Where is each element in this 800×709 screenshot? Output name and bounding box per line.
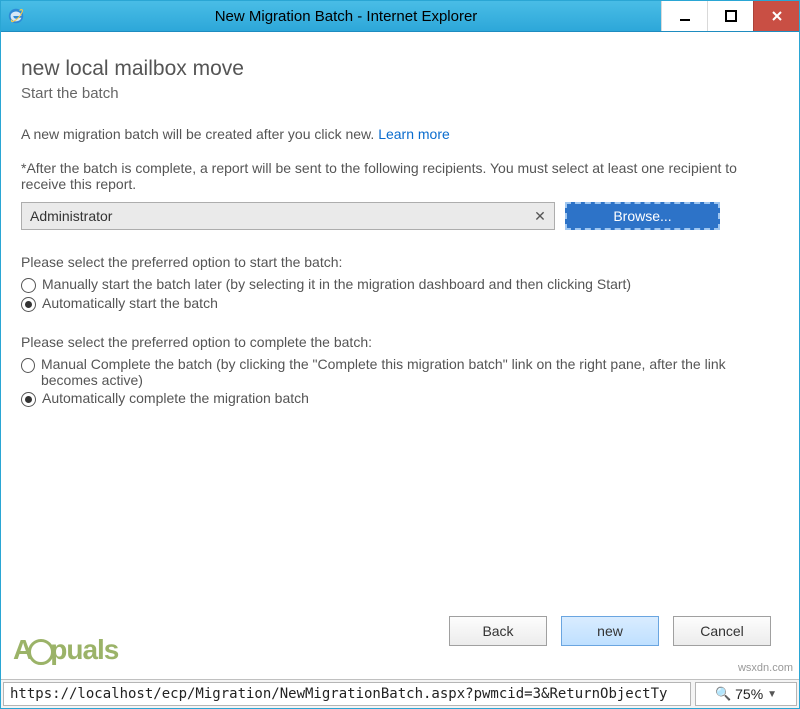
info-text: A new migration batch will be created af… bbox=[21, 126, 378, 142]
start-option-manual[interactable]: Manually start the batch later (by selec… bbox=[21, 276, 769, 293]
watermark-site: wsxdn.com bbox=[738, 662, 793, 674]
complete-option-auto[interactable]: Automatically complete the migration bat… bbox=[21, 390, 769, 407]
recipient-row: Administrator ✕ Browse... bbox=[21, 202, 769, 230]
radio-label: Automatically start the batch bbox=[42, 295, 218, 311]
statusbar: https://localhost/ecp/Migration/NewMigra… bbox=[1, 679, 799, 708]
ie-icon bbox=[7, 7, 25, 25]
footer-buttons: Back new Cancel bbox=[449, 616, 771, 646]
zoom-control[interactable]: 🔍 75% ▼ bbox=[695, 682, 797, 706]
recipient-value: Administrator bbox=[30, 208, 530, 224]
window-title: New Migration Batch - Internet Explorer bbox=[31, 8, 661, 25]
start-option-auto[interactable]: Automatically start the batch bbox=[21, 295, 769, 312]
content-pane: new local mailbox move Start the batch A… bbox=[1, 32, 799, 679]
zoom-value: 75% bbox=[735, 686, 763, 702]
window-buttons bbox=[661, 1, 799, 31]
radio-icon bbox=[21, 278, 36, 293]
complete-group-title: Please select the preferred option to co… bbox=[21, 334, 769, 350]
cancel-button[interactable]: Cancel bbox=[673, 616, 771, 646]
radio-icon bbox=[21, 358, 35, 373]
titlebar: New Migration Batch - Internet Explorer bbox=[1, 1, 799, 32]
watermark-chars: puals bbox=[50, 634, 118, 665]
page-heading: new local mailbox move bbox=[21, 57, 769, 81]
chevron-down-icon: ▼ bbox=[767, 689, 777, 700]
info-line: A new migration batch will be created af… bbox=[21, 126, 769, 142]
radio-icon bbox=[21, 297, 36, 312]
radio-label: Manually start the batch later (by selec… bbox=[42, 276, 631, 292]
magnifier-icon: 🔍 bbox=[715, 686, 731, 702]
recipient-input[interactable]: Administrator ✕ bbox=[21, 202, 555, 230]
learn-more-link[interactable]: Learn more bbox=[378, 126, 450, 142]
window: New Migration Batch - Internet Explorer … bbox=[0, 0, 800, 709]
radio-icon bbox=[21, 392, 36, 407]
radio-label: Manual Complete the batch (by clicking t… bbox=[41, 356, 769, 388]
complete-option-manual[interactable]: Manual Complete the batch (by clicking t… bbox=[21, 356, 769, 388]
report-note: *After the batch is complete, a report w… bbox=[21, 160, 769, 192]
close-button[interactable] bbox=[753, 1, 799, 31]
url-display[interactable]: https://localhost/ecp/Migration/NewMigra… bbox=[3, 682, 691, 706]
radio-label: Automatically complete the migration bat… bbox=[42, 390, 309, 406]
watermark-logo: Apuals bbox=[13, 634, 118, 666]
page-subheading: Start the batch bbox=[21, 85, 769, 102]
clear-recipient-icon[interactable]: ✕ bbox=[530, 208, 550, 225]
browse-button[interactable]: Browse... bbox=[565, 202, 720, 230]
start-group-title: Please select the preferred option to st… bbox=[21, 254, 769, 270]
maximize-button[interactable] bbox=[707, 1, 753, 31]
back-button[interactable]: Back bbox=[449, 616, 547, 646]
minimize-button[interactable] bbox=[661, 1, 707, 31]
new-button[interactable]: new bbox=[561, 616, 659, 646]
